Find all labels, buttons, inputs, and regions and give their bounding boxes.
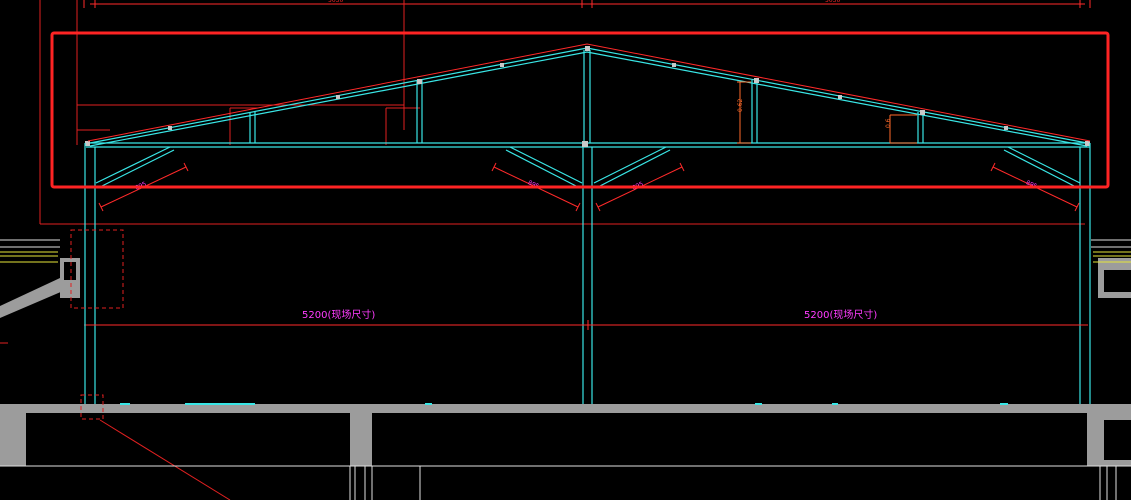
top-dim-left: 5030 xyxy=(328,0,343,4)
span-label-left: 5200(现场尺寸) xyxy=(302,308,375,321)
stair-slope xyxy=(0,278,70,318)
top-dim-right: 5030 xyxy=(825,0,840,4)
roof-outline xyxy=(87,43,1091,142)
highlight-box xyxy=(50,31,1110,189)
construction-lines xyxy=(0,0,1088,500)
vertical-small-dims xyxy=(737,81,917,144)
ledge-hatching xyxy=(0,251,1131,263)
top-dimension-chain xyxy=(83,0,1091,8)
floor-slab xyxy=(0,258,1131,466)
span-dimension xyxy=(86,320,1088,330)
columns xyxy=(84,143,1091,404)
slab-cutouts xyxy=(64,262,1131,460)
truss-nodes xyxy=(85,46,1090,147)
span-label-right: 5200(现场尺寸) xyxy=(804,308,877,321)
brace-label-4: 895 xyxy=(1025,179,1039,190)
cad-drawing-canvas[interactable]: 5030 5030 895 895 895 895 0.62 0.6 5200(… xyxy=(0,0,1131,500)
vertical-label-06: 0.6 xyxy=(885,118,892,128)
slab-lines xyxy=(0,239,1131,500)
vertical-label-062: 0.62 xyxy=(737,98,744,112)
roof-truss xyxy=(86,47,1090,188)
brace-label-2: 895 xyxy=(527,179,541,190)
